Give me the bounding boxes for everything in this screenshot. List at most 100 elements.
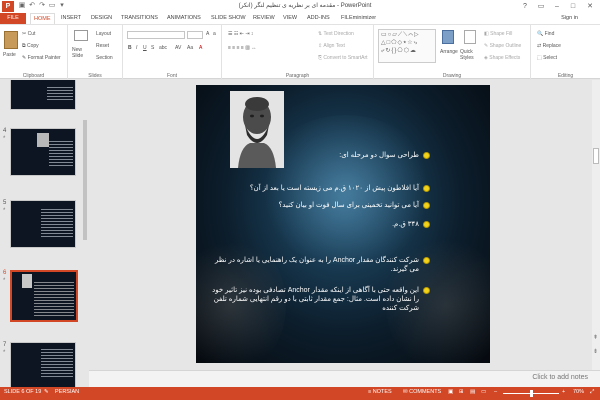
find-button[interactable]: 🔍 Find	[537, 31, 554, 37]
tab-add-ins[interactable]: ADD-INS	[307, 13, 330, 24]
character-spacing-icon[interactable]: AV	[175, 45, 181, 51]
tab-transitions[interactable]: TRANSITIONS	[121, 13, 158, 24]
undo-icon[interactable]: ↶	[28, 2, 36, 10]
shadow-icon[interactable]: S	[151, 45, 154, 51]
tab-home[interactable]: HOME	[30, 13, 55, 24]
ribbon-display-button[interactable]: ▭	[534, 1, 548, 12]
zoom-in-icon[interactable]: +	[562, 389, 565, 395]
slideshow-start-icon[interactable]: ▭	[48, 2, 56, 10]
shape-outline-button[interactable]: ✎ Shape Outline	[484, 43, 521, 49]
drawing-group: ▭○▱⟋⟍⌒▷ △□⬠◇⭑☆⤷ ⤶↻{}⎔⬡☁ Arrange Quick Styl…	[374, 25, 531, 80]
title-bar: P ▣ ↶ ↷ ▭ ▾ مقدمه ای بر نظریه ی تنظیم لن…	[0, 0, 600, 13]
shape-fill-button[interactable]: ◧ Shape Fill	[484, 31, 512, 37]
arrange-button[interactable]: Arrange	[440, 49, 458, 55]
quick-styles-button[interactable]: Quick Styles	[460, 49, 482, 61]
slide-sorter-view-icon[interactable]: ⊞	[459, 389, 464, 395]
slide-thumbnail-6-selected[interactable]	[10, 270, 78, 322]
align-text-button[interactable]: ⇳ Align Text	[318, 43, 345, 49]
change-case-icon[interactable]: Aa	[187, 45, 193, 51]
tab-insert[interactable]: INSERT	[61, 13, 81, 24]
copy-button[interactable]: ⧉ Copy	[22, 43, 39, 49]
animation-star-icon: *	[3, 350, 6, 356]
bullet-icon	[423, 221, 430, 228]
paste-icon[interactable]	[4, 31, 18, 49]
slide-thumbnail-3[interactable]	[10, 80, 76, 110]
maximize-button[interactable]: □	[566, 1, 580, 12]
save-icon[interactable]: ▣	[18, 2, 26, 10]
sign-in-link[interactable]: Sign in	[561, 13, 578, 24]
spellcheck-icon[interactable]: ✎	[44, 389, 49, 395]
layout-button[interactable]: Layout	[96, 31, 111, 37]
slide-scrollbar[interactable]: ⇞ ⇟	[592, 80, 600, 370]
convert-smartart-button[interactable]: ⎘ Convert to SmartArt	[318, 55, 368, 61]
notes-placeholder[interactable]: Click to add notes	[532, 374, 588, 381]
language-indicator[interactable]: PERSIAN	[55, 389, 79, 395]
notes-pane[interactable]: Click to add notes	[89, 370, 600, 387]
normal-view-icon[interactable]: ▣	[448, 389, 453, 395]
thumbnail-image	[37, 133, 49, 147]
tab-design[interactable]: DESIGN	[91, 13, 112, 24]
tab-file[interactable]: FILE	[0, 13, 26, 24]
reset-button[interactable]: Reset	[96, 43, 109, 49]
window-title: مقدمه ای بر نظریه ی تنظیم لنگر (انکر) - …	[238, 3, 372, 9]
thumbnail-scroll-thumb[interactable]	[83, 120, 87, 240]
slide-number-5: 5	[3, 200, 7, 206]
slide-line-4: ۳۴۸ ق.م.	[392, 221, 419, 228]
paste-button[interactable]: Paste	[3, 52, 16, 58]
shrink-font-icon[interactable]: a	[213, 31, 216, 37]
font-color-icon[interactable]: A	[199, 45, 202, 51]
format-painter-button[interactable]: ✎ Format Painter	[22, 55, 61, 61]
slide-thumbnail-7[interactable]	[10, 342, 76, 387]
arrange-icon[interactable]	[442, 30, 454, 44]
cut-button[interactable]: ✂ Cut	[22, 31, 35, 37]
section-button[interactable]: Section	[96, 55, 113, 61]
next-slide-icon[interactable]: ⇟	[593, 348, 598, 355]
font-name-box[interactable]	[127, 31, 185, 39]
shapes-gallery[interactable]: ▭○▱⟋⟍⌒▷ △□⬠◇⭑☆⤷ ⤶↻{}⎔⬡☁	[378, 29, 436, 63]
notes-button[interactable]: ≡ NOTES	[368, 389, 392, 395]
customize-toolbar-icon[interactable]: ▾	[58, 2, 66, 10]
grow-font-icon[interactable]: A	[206, 31, 209, 37]
tab-review[interactable]: REVIEW	[253, 13, 275, 24]
slide-canvas[interactable]: طراحی سوال دو مرحله ای: آیا افلاطون پیش …	[196, 85, 490, 363]
minimize-button[interactable]: –	[550, 1, 564, 12]
slideshow-view-icon[interactable]: ▭	[481, 389, 486, 395]
tab-slide-show[interactable]: SLIDE SHOW	[211, 13, 246, 24]
thumbnail-text	[47, 87, 73, 101]
prev-slide-icon[interactable]: ⇞	[593, 334, 598, 341]
new-slide-button[interactable]: New Slide	[72, 47, 92, 59]
new-slide-icon[interactable]	[74, 30, 88, 41]
reading-view-icon[interactable]: ▤	[470, 389, 475, 395]
zoom-slider-thumb[interactable]	[530, 390, 533, 397]
fit-slide-icon[interactable]: ⤢	[590, 389, 594, 396]
slide-thumbnail-4[interactable]	[10, 128, 76, 176]
close-button[interactable]: ✕	[583, 1, 597, 12]
tab-animations[interactable]: ANIMATIONS	[167, 13, 201, 24]
status-bar: SLIDE 6 OF 19 ✎ PERSIAN ≡ NOTES ✉ COMMEN…	[0, 387, 600, 400]
thumbnail-text	[34, 282, 74, 316]
tab-fileminimizer[interactable]: FILEminimizer	[341, 13, 376, 24]
underline-icon[interactable]: U	[143, 45, 147, 51]
zoom-level[interactable]: 70%	[573, 389, 584, 395]
strikethrough-icon[interactable]: abc	[159, 45, 167, 51]
quick-styles-icon[interactable]	[464, 30, 476, 44]
zoom-out-icon[interactable]: –	[494, 389, 497, 395]
bold-icon[interactable]: B	[128, 45, 132, 51]
redo-icon[interactable]: ↷	[38, 2, 46, 10]
bullets-icon[interactable]: ☰ ☷ ⇤ ⇥ ↕	[228, 31, 253, 37]
select-button[interactable]: ⬚ Select	[537, 55, 557, 61]
slide-thumbnail-5[interactable]	[10, 200, 76, 248]
tab-view[interactable]: VIEW	[283, 13, 297, 24]
comments-button[interactable]: ✉ COMMENTS	[403, 389, 441, 395]
replace-button[interactable]: ⇄ Replace	[537, 43, 561, 49]
font-size-box[interactable]	[187, 31, 203, 39]
shape-effects-button[interactable]: ◈ Shape Effects	[484, 55, 520, 61]
slide-scroll-thumb[interactable]	[593, 148, 599, 164]
bullet-icon	[423, 257, 430, 264]
align-icons[interactable]: ≡ ≡ ≡ ≡ ▥ ↔	[228, 45, 256, 51]
help-button[interactable]: ?	[518, 1, 532, 12]
thumbnail-scrollbar[interactable]	[82, 80, 88, 387]
slide-number-4: 4	[3, 128, 7, 134]
italic-icon[interactable]: I	[136, 45, 137, 51]
text-direction-button[interactable]: ⇅ Text Direction	[318, 31, 354, 37]
